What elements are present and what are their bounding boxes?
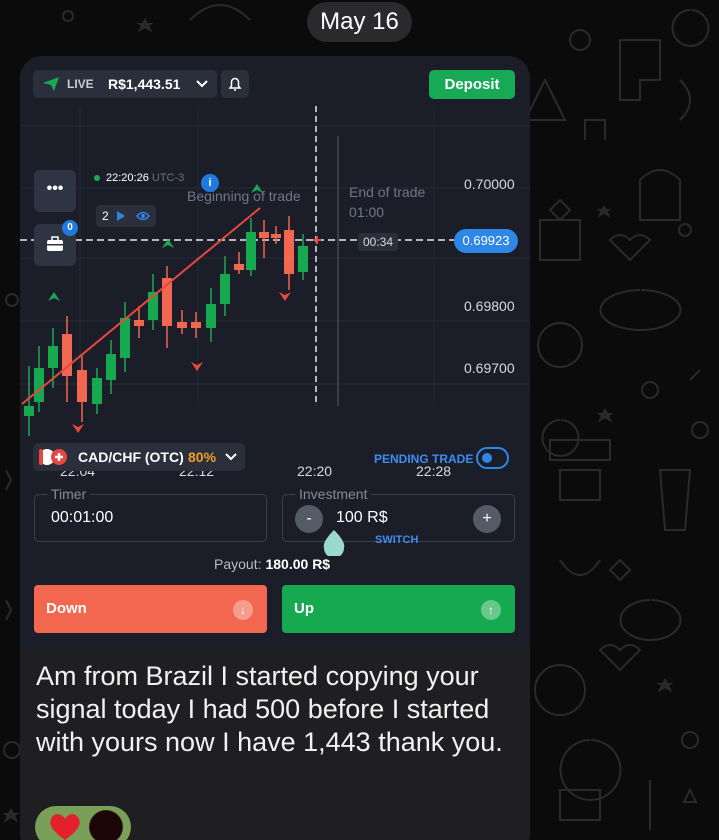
arrow-down-icon: ↓ <box>233 600 253 620</box>
candle-body <box>206 304 216 328</box>
message-bubble[interactable]: LIVE R$1,443.51 Deposit ••• 0 22:20:26 U… <box>20 56 530 840</box>
candle-body <box>298 246 308 272</box>
candle-body <box>120 318 130 358</box>
beginning-of-trade-label: Beginning of trade <box>187 188 301 204</box>
candle-body <box>284 230 294 274</box>
trading-screenshot[interactable]: LIVE R$1,443.51 Deposit ••• 0 22:20:26 U… <box>20 56 530 650</box>
candle-body <box>259 232 269 238</box>
clock-timezone: UTC-3 <box>151 172 185 184</box>
end-of-trade-time: 01:00 <box>349 204 385 220</box>
pending-trade-toggle[interactable] <box>476 447 509 469</box>
time-tick: 22:20 <box>297 463 333 479</box>
message-reaction[interactable] <box>35 806 131 840</box>
chevron-down-icon <box>196 80 208 88</box>
candle-body <box>177 322 187 328</box>
trade-countdown: 00:34 <box>358 233 398 251</box>
account-selector[interactable]: LIVE R$1,443.51 <box>33 70 217 98</box>
date-separator: May 16 <box>307 2 412 42</box>
payout-label: Payout: <box>214 556 262 572</box>
account-mode: LIVE <box>67 77 94 91</box>
chart-menu-button[interactable]: ••• <box>34 170 76 212</box>
water-drop-icon <box>323 530 345 556</box>
candle-body <box>271 234 281 238</box>
price-tick: 0.69800 <box>464 298 515 314</box>
investment-value: 100 R$ <box>336 509 388 526</box>
candle-body <box>234 264 244 270</box>
payout-value: 180.00 R$ <box>265 556 331 572</box>
chevron-down-icon <box>225 453 237 461</box>
candle-body <box>134 320 144 326</box>
play-icon <box>117 211 125 221</box>
asset-selector[interactable]: CAD/CHF (OTC) 80% <box>33 443 245 471</box>
briefcase-icon <box>47 236 63 251</box>
arrow-up-icon: ↑ <box>481 600 501 620</box>
down-label: Down <box>46 600 87 617</box>
online-dot <box>94 175 100 182</box>
toggle-knob <box>482 453 492 463</box>
timer-label: Timer <box>47 486 91 502</box>
candle-body <box>191 322 201 328</box>
deposit-button[interactable]: Deposit <box>429 70 515 99</box>
bell-icon <box>228 77 242 91</box>
candle-body <box>220 274 230 304</box>
eye-icon <box>136 211 150 221</box>
top-bar: LIVE R$1,443.51 Deposit <box>20 56 530 106</box>
up-label: Up <box>294 600 314 617</box>
clock-time: 22:20:26 <box>106 172 149 184</box>
notifications-button[interactable] <box>221 70 249 98</box>
investment-decrease-button[interactable]: - <box>295 505 323 533</box>
switch-currency-button[interactable]: SWITCH <box>375 534 418 546</box>
pending-trade-label: PENDING TRADE <box>374 452 474 466</box>
message-text: Am from Brazil I started copying your si… <box>36 661 503 757</box>
candle-body <box>106 354 116 380</box>
red-heart-icon <box>50 814 80 840</box>
up-button[interactable]: Up ↑ <box>282 585 515 633</box>
open-trades-badge: 0 <box>62 220 78 236</box>
server-clock: 22:20:26 UTC-3 <box>94 172 184 190</box>
trades-indicator[interactable]: 2 <box>96 205 156 227</box>
end-of-trade-title: End of trade <box>349 184 426 200</box>
price-tick: 0.70000 <box>464 176 515 192</box>
chart-canvas <box>20 106 530 436</box>
paper-plane-icon <box>43 77 59 91</box>
asset-pair: CAD/CHF (OTC) <box>78 449 184 465</box>
candle-body <box>246 232 256 270</box>
timer-value: 00:01:00 <box>51 509 114 526</box>
asset-payout-percent: 80% <box>188 449 217 465</box>
trades-count: 2 <box>102 209 109 223</box>
investment-label: Investment <box>295 486 372 502</box>
down-button[interactable]: Down ↓ <box>34 585 267 633</box>
payout-info: Payout: 180.00 R$ <box>214 556 330 572</box>
reactor-avatar <box>89 810 123 840</box>
cad-chf-flag-icon <box>39 449 67 465</box>
candle-body <box>92 378 102 404</box>
candle-body <box>77 370 87 402</box>
investment-increase-button[interactable]: + <box>473 505 501 533</box>
candle-body <box>48 346 58 368</box>
price-tick: 0.69700 <box>464 360 515 376</box>
end-of-trade-label: End of trade 01:00 <box>349 182 425 222</box>
account-balance: R$1,443.51 <box>108 76 181 92</box>
candle-body <box>24 406 34 416</box>
price-chart[interactable]: ••• 0 22:20:26 UTC-3 i 2 Beginning of tr… <box>20 106 530 479</box>
current-price-tag: 0.69923 <box>454 229 518 253</box>
candle-body <box>34 368 44 402</box>
timer-field[interactable]: Timer 00:01:00 <box>34 486 267 542</box>
